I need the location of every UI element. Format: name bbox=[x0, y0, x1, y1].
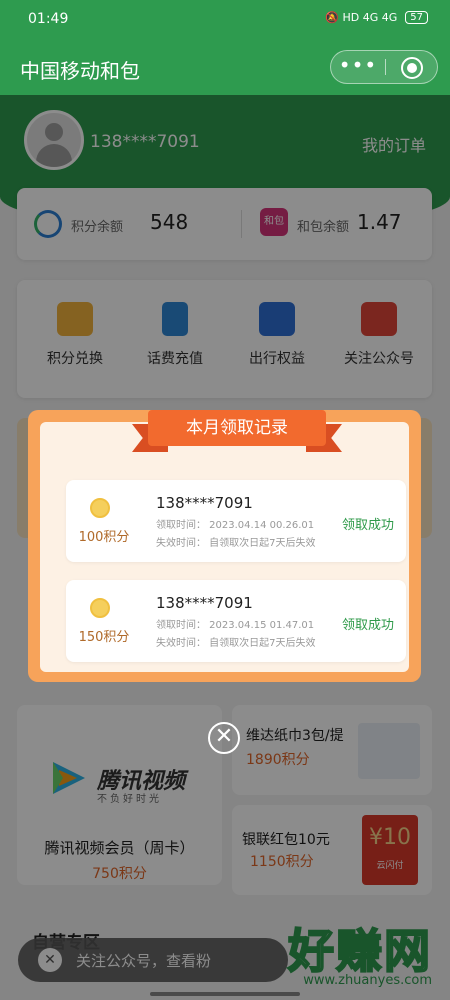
record-phone: 138****7091 bbox=[156, 494, 253, 512]
battery-icon: 57 bbox=[405, 11, 428, 24]
signal-icons: 🔕 HD 4G 4G bbox=[325, 11, 398, 24]
status-bar: 01:49 🔕 HD 4G 4G 57 bbox=[0, 0, 450, 40]
record-phone: 138****7091 bbox=[156, 594, 253, 612]
record-points: 150积分 bbox=[78, 630, 130, 645]
modal-body: 本月领取记录 100积分 138****7091 领取时间： 2023.04.1… bbox=[40, 410, 409, 672]
record-claim-time: 领取时间： 2023.04.14 00.26.01 bbox=[156, 520, 315, 531]
record-expire-time: 失效时间： 自领取次日起7天后失效 bbox=[156, 638, 316, 649]
status-time: 01:49 bbox=[28, 11, 69, 27]
record-status: 领取成功 bbox=[341, 618, 394, 633]
more-dots-icon[interactable]: ••• bbox=[331, 51, 385, 83]
circle-target-icon[interactable] bbox=[401, 57, 423, 79]
record-expire-time: 失效时间： 自领取次日起7天后失效 bbox=[156, 538, 316, 549]
close-icon[interactable]: ✕ bbox=[208, 722, 240, 754]
record-claim-time: 领取时间： 2023.04.15 01.47.01 bbox=[156, 620, 315, 631]
app-header: 中国移动和包 ••• bbox=[0, 40, 450, 95]
miniprogram-capsule: ••• bbox=[330, 50, 438, 84]
record-points: 100积分 bbox=[78, 530, 130, 545]
claim-record: 100积分 138****7091 领取时间： 2023.04.14 00.26… bbox=[66, 480, 406, 562]
modal-title-ribbon: 本月领取记录 bbox=[132, 410, 342, 456]
modal-title: 本月领取记录 bbox=[148, 410, 326, 446]
claim-records-modal: 本月领取记录 100积分 138****7091 领取时间： 2023.04.1… bbox=[28, 410, 421, 682]
coin-icon bbox=[90, 598, 110, 618]
status-indicators: 🔕 HD 4G 4G 57 bbox=[325, 11, 428, 24]
coin-icon bbox=[90, 498, 110, 518]
capsule-divider bbox=[385, 59, 386, 75]
page-title: 中国移动和包 bbox=[20, 59, 140, 83]
claim-record: 150积分 138****7091 领取时间： 2023.04.15 01.47… bbox=[66, 580, 406, 662]
record-status: 领取成功 bbox=[341, 518, 394, 533]
